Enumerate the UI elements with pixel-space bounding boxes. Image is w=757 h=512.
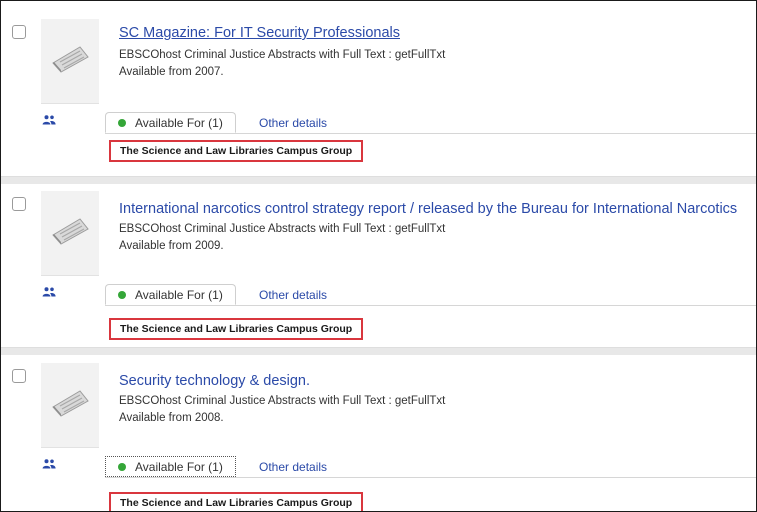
- newspaper-icon: [52, 390, 89, 417]
- record-availability: Available from 2007.: [119, 66, 224, 78]
- tab-available-for[interactable]: Available For (1): [105, 284, 236, 305]
- record-checkbox[interactable]: [12, 25, 26, 39]
- results-list: SC Magazine: For IT Security Professiona…: [0, 0, 757, 512]
- record-source: EBSCOhost Criminal Justice Abstracts wit…: [119, 395, 446, 407]
- green-dot-icon: [118, 290, 126, 299]
- newspaper-icon: [52, 46, 89, 73]
- tab-available-for[interactable]: Available For (1): [105, 456, 236, 477]
- tab-divider: [105, 305, 756, 306]
- result-record: International narcotics control strategy…: [1, 191, 756, 346]
- campus-group-label: The Science and Law Libraries Campus Gro…: [109, 318, 364, 340]
- tab-divider: [105, 477, 756, 478]
- tab-available-label: Available For (1): [135, 459, 223, 474]
- record-availability: Available from 2008.: [119, 412, 224, 424]
- record-checkbox[interactable]: [12, 197, 26, 211]
- newspaper-icon: [52, 218, 89, 245]
- users-icon: [42, 459, 56, 469]
- record-checkbox[interactable]: [12, 369, 26, 383]
- users-icon: [42, 115, 56, 125]
- green-dot-icon: [118, 118, 126, 127]
- record-source: EBSCOhost Criminal Justice Abstracts wit…: [119, 223, 446, 235]
- record-thumbnail: [41, 191, 99, 276]
- tab-divider: [105, 133, 756, 134]
- record-availability: Available from 2009.: [119, 240, 224, 252]
- tab-available-label: Available For (1): [135, 287, 223, 302]
- record-thumbnail: [41, 363, 99, 448]
- tab-other-details[interactable]: Other details: [259, 116, 327, 130]
- record-separator: [1, 176, 756, 184]
- tab-available-label: Available For (1): [135, 115, 223, 130]
- campus-group-label: The Science and Law Libraries Campus Gro…: [109, 140, 364, 162]
- record-title-link[interactable]: International narcotics control strategy…: [119, 201, 737, 217]
- campus-group-label: The Science and Law Libraries Campus Gro…: [109, 492, 364, 511]
- green-dot-icon: [118, 462, 126, 471]
- record-title-link[interactable]: SC Magazine: For IT Security Professiona…: [119, 25, 400, 41]
- record-title-link[interactable]: Security technology & design.: [119, 373, 310, 389]
- record-source: EBSCOhost Criminal Justice Abstracts wit…: [119, 49, 446, 61]
- tab-other-details[interactable]: Other details: [259, 288, 327, 302]
- record-separator: [1, 347, 756, 355]
- result-record: SC Magazine: For IT Security Professiona…: [1, 19, 756, 174]
- users-icon: [42, 287, 56, 297]
- result-record: Security technology & design. EBSCOhost …: [1, 363, 756, 511]
- tab-other-details[interactable]: Other details: [259, 460, 327, 474]
- record-thumbnail: [41, 19, 99, 104]
- tab-available-for[interactable]: Available For (1): [105, 112, 236, 133]
